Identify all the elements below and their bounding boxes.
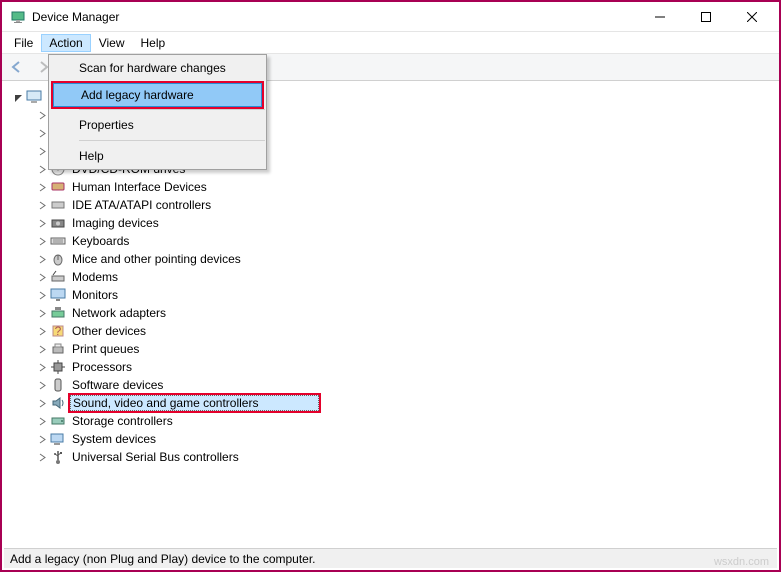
menu-help[interactable]: Help bbox=[133, 34, 174, 52]
minimize-button[interactable] bbox=[637, 2, 683, 31]
dd-scan-hardware[interactable]: Scan for hardware changes bbox=[49, 55, 266, 81]
watermark: wsxdn.com bbox=[714, 556, 769, 568]
software-icon bbox=[50, 377, 66, 393]
chevron-right-icon[interactable] bbox=[36, 199, 48, 211]
tree-item-processors[interactable]: Processors bbox=[8, 358, 777, 376]
tree-item-mice[interactable]: Mice and other pointing devices bbox=[8, 250, 777, 268]
network-icon bbox=[50, 305, 66, 321]
ide-icon bbox=[50, 197, 66, 213]
chevron-right-icon[interactable] bbox=[36, 307, 48, 319]
cpu-icon bbox=[50, 359, 66, 375]
tree-item-keyboards[interactable]: Keyboards bbox=[8, 232, 777, 250]
hid-icon bbox=[50, 179, 66, 195]
other-icon: ? bbox=[50, 323, 66, 339]
chevron-right-icon[interactable] bbox=[36, 397, 48, 409]
tree-label: Storage controllers bbox=[70, 414, 175, 428]
tree-item-monitors[interactable]: Monitors bbox=[8, 286, 777, 304]
computer-icon bbox=[26, 89, 42, 105]
titlebar: Device Manager bbox=[2, 2, 779, 32]
tree-label: Keyboards bbox=[70, 234, 131, 248]
dd-separator bbox=[79, 109, 265, 110]
chevron-right-icon[interactable] bbox=[36, 145, 48, 157]
action-dropdown: Scan for hardware changes Add legacy har… bbox=[48, 54, 267, 170]
tree-label: Software devices bbox=[70, 378, 165, 392]
window-controls bbox=[637, 2, 775, 31]
tree-label: Print queues bbox=[70, 342, 141, 356]
tree-item-ide[interactable]: IDE ATA/ATAPI controllers bbox=[8, 196, 777, 214]
tree-item-usb[interactable]: Universal Serial Bus controllers bbox=[8, 448, 777, 466]
tree-item-imaging[interactable]: Imaging devices bbox=[8, 214, 777, 232]
tree-label: Monitors bbox=[70, 288, 120, 302]
chevron-right-icon[interactable] bbox=[36, 343, 48, 355]
tree-label: Network adapters bbox=[70, 306, 168, 320]
status-text: Add a legacy (non Plug and Play) device … bbox=[10, 552, 316, 566]
tree-item-system[interactable]: System devices bbox=[8, 430, 777, 448]
chevron-right-icon[interactable] bbox=[36, 325, 48, 337]
keyboard-icon bbox=[50, 233, 66, 249]
tree-label: IDE ATA/ATAPI controllers bbox=[70, 198, 213, 212]
usb-icon bbox=[50, 449, 66, 465]
tree-label: Human Interface Devices bbox=[70, 180, 209, 194]
speaker-icon bbox=[50, 395, 66, 411]
chevron-right-icon[interactable] bbox=[36, 451, 48, 463]
chevron-right-icon[interactable] bbox=[36, 127, 48, 139]
dd-properties[interactable]: Properties bbox=[49, 112, 266, 138]
statusbar: Add a legacy (non Plug and Play) device … bbox=[4, 548, 777, 568]
printer-icon bbox=[50, 341, 66, 357]
tree-item-network[interactable]: Network adapters bbox=[8, 304, 777, 322]
chevron-right-icon[interactable] bbox=[36, 271, 48, 283]
monitor-icon bbox=[50, 287, 66, 303]
storage-icon bbox=[50, 413, 66, 429]
tree-item-other[interactable]: ? Other devices bbox=[8, 322, 777, 340]
chevron-right-icon[interactable] bbox=[36, 235, 48, 247]
tree-label: Modems bbox=[70, 270, 120, 284]
dd-add-legacy-hardware[interactable]: Add legacy hardware bbox=[53, 83, 262, 107]
tree-label: Processors bbox=[70, 360, 134, 374]
svg-text:?: ? bbox=[55, 324, 62, 338]
chevron-right-icon[interactable] bbox=[36, 253, 48, 265]
tree-item-hid[interactable]: Human Interface Devices bbox=[8, 178, 777, 196]
mouse-icon bbox=[50, 251, 66, 267]
back-button[interactable] bbox=[6, 56, 28, 78]
tree-label: Imaging devices bbox=[70, 216, 161, 230]
menubar: File Action View Help bbox=[2, 32, 779, 54]
chevron-right-icon[interactable] bbox=[36, 361, 48, 373]
tree-label: System devices bbox=[70, 432, 158, 446]
chevron-right-icon[interactable] bbox=[36, 433, 48, 445]
dd-help[interactable]: Help bbox=[49, 143, 266, 169]
close-button[interactable] bbox=[729, 2, 775, 31]
window-title: Device Manager bbox=[32, 10, 637, 24]
tree-item-print[interactable]: Print queues bbox=[8, 340, 777, 358]
tree-label: Sound, video and game controllers bbox=[70, 395, 319, 411]
system-icon bbox=[50, 431, 66, 447]
tree-label: Mice and other pointing devices bbox=[70, 252, 243, 266]
chevron-right-icon[interactable] bbox=[36, 379, 48, 391]
chevron-right-icon[interactable] bbox=[36, 109, 48, 121]
chevron-right-icon[interactable] bbox=[36, 163, 48, 175]
chevron-down-icon[interactable] bbox=[12, 91, 24, 103]
tree-item-software[interactable]: Software devices bbox=[8, 376, 777, 394]
menu-file[interactable]: File bbox=[6, 34, 41, 52]
tree-item-storage[interactable]: Storage controllers bbox=[8, 412, 777, 430]
chevron-right-icon[interactable] bbox=[36, 217, 48, 229]
tree-label: Other devices bbox=[70, 324, 148, 338]
tree-item-sound[interactable]: Sound, video and game controllers bbox=[8, 394, 777, 412]
camera-icon bbox=[50, 215, 66, 231]
chevron-right-icon[interactable] bbox=[36, 289, 48, 301]
tree-label: Universal Serial Bus controllers bbox=[70, 450, 241, 464]
chevron-right-icon[interactable] bbox=[36, 415, 48, 427]
tree-item-modems[interactable]: Modems bbox=[8, 268, 777, 286]
menu-view[interactable]: View bbox=[91, 34, 133, 52]
app-icon bbox=[10, 9, 26, 25]
dd-separator bbox=[79, 140, 265, 141]
maximize-button[interactable] bbox=[683, 2, 729, 31]
modem-icon bbox=[50, 269, 66, 285]
chevron-right-icon[interactable] bbox=[36, 181, 48, 193]
menu-action[interactable]: Action bbox=[41, 34, 90, 52]
